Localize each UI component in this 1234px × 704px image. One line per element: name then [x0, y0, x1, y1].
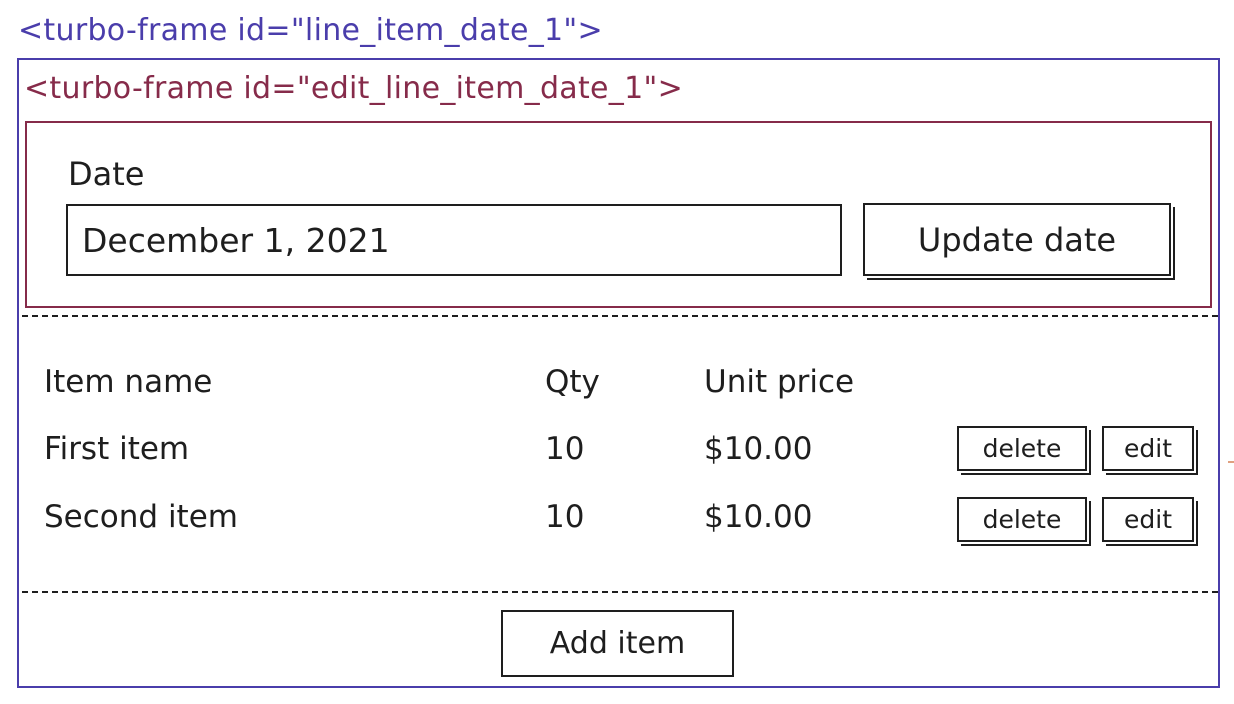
- row-2-item-name: Second item: [44, 499, 238, 535]
- row-1-item-name: First item: [44, 431, 190, 467]
- divider-bottom: [22, 591, 1218, 593]
- row-2-unit-price: $10.00: [704, 499, 813, 535]
- row-1-unit-price: $10.00: [704, 431, 813, 467]
- row-1-edit-button[interactable]: edit: [1102, 426, 1194, 471]
- date-label: Date: [68, 155, 145, 193]
- row-2-edit-button[interactable]: edit: [1102, 497, 1194, 542]
- header-unit-price: Unit price: [704, 364, 855, 400]
- add-item-button[interactable]: Add item: [501, 610, 734, 677]
- outer-frame-label: <turbo-frame id="line_item_date_1">: [18, 13, 603, 48]
- row-2-delete-button[interactable]: delete: [957, 497, 1087, 542]
- row-1-delete-button[interactable]: delete: [957, 426, 1087, 471]
- divider-top: [22, 315, 1218, 317]
- row-2-qty: 10: [545, 499, 585, 535]
- edge-connector-mark: [1228, 461, 1234, 463]
- update-date-button[interactable]: Update date: [863, 203, 1171, 276]
- date-input[interactable]: December 1, 2021: [66, 204, 842, 276]
- row-1-qty: 10: [545, 431, 585, 467]
- header-item-name: Item name: [44, 364, 213, 400]
- inner-frame-label: <turbo-frame id="edit_line_item_date_1">: [24, 71, 684, 106]
- header-qty: Qty: [545, 364, 600, 400]
